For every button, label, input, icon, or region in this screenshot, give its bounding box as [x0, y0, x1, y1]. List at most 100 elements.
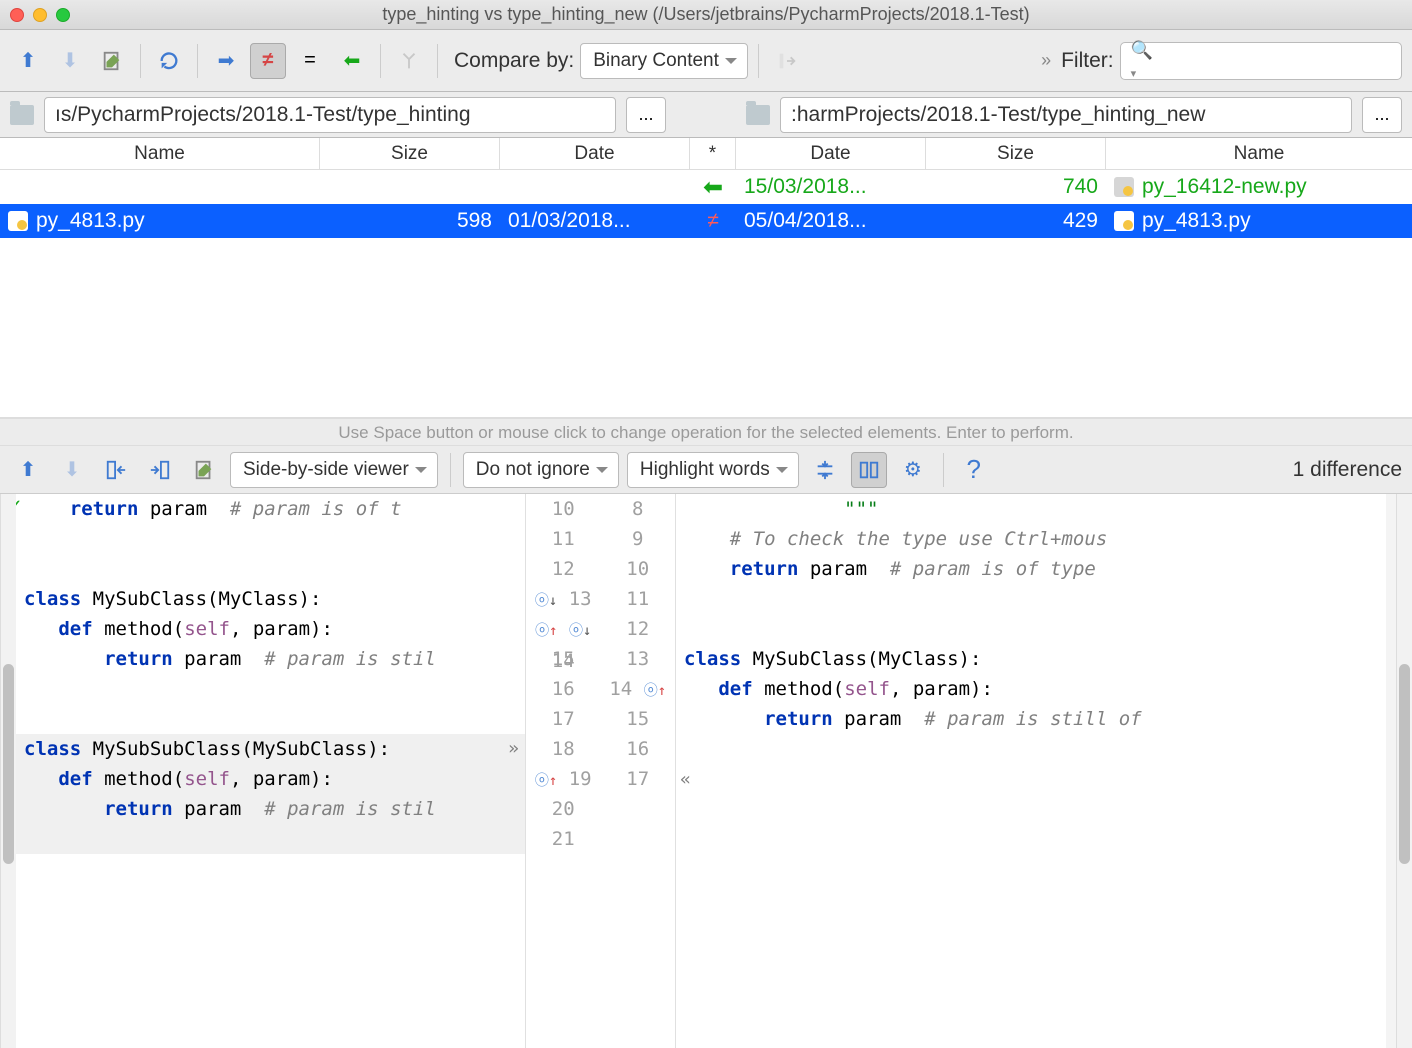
code-line[interactable]: return param # param is of type	[676, 554, 1386, 584]
sync-right-button[interactable]: ➡	[208, 43, 244, 79]
table-row[interactable]: py_4813.py59801/03/2018...≠05/04/2018...…	[0, 204, 1412, 238]
code-line[interactable]	[16, 554, 525, 584]
right-path-field[interactable]: :harmProjects/2018.1-Test/type_hinting_n…	[780, 97, 1352, 133]
line-number[interactable]: ⓞ ⓞ 14	[526, 614, 601, 644]
column-op[interactable]: *	[690, 138, 736, 169]
step-into-button[interactable]	[769, 43, 805, 79]
cell-op[interactable]: ⬅	[690, 173, 736, 202]
code-line[interactable]: return param # param is stil	[16, 644, 525, 674]
cell-op[interactable]: ≠	[690, 209, 736, 233]
column-name-right[interactable]: Name	[1106, 138, 1412, 169]
merge-right-icon[interactable]: »	[508, 734, 519, 764]
filter-field[interactable]: 🔍▾	[1120, 42, 1402, 80]
filter-input[interactable]	[1159, 50, 1391, 71]
code-line[interactable]: # To check the type use Ctrl+mous	[676, 524, 1386, 554]
code-line[interactable]	[16, 824, 525, 854]
code-line[interactable]	[676, 614, 1386, 644]
line-number[interactable]: ⓞ 19	[526, 764, 601, 794]
line-number[interactable]: 15	[601, 704, 676, 734]
minimize-window-button[interactable]	[33, 8, 47, 22]
column-size-right[interactable]: Size	[926, 138, 1106, 169]
code-line[interactable]	[16, 674, 525, 704]
collapse-unchanged-icon[interactable]	[807, 452, 843, 488]
column-date-left[interactable]: Date	[500, 138, 690, 169]
help-icon[interactable]: ?	[956, 452, 992, 488]
next-diff-button[interactable]: ⬇	[52, 43, 88, 79]
close-window-button[interactable]	[10, 8, 24, 22]
collapse-right-icon[interactable]	[142, 452, 178, 488]
code-line[interactable]: return param # param is stil	[16, 794, 525, 824]
line-number[interactable]: 12	[526, 554, 601, 584]
left-scrollbar[interactable]	[0, 494, 16, 1048]
line-number[interactable]: 17	[526, 704, 601, 734]
line-number[interactable]: 10	[601, 554, 676, 584]
right-scrollbar[interactable]	[1396, 494, 1412, 1048]
code-line[interactable]: return param # param is still of	[676, 704, 1386, 734]
code-line[interactable]	[16, 524, 525, 554]
diff-next-button[interactable]: ⬇	[54, 452, 90, 488]
line-number[interactable]: 13	[601, 644, 676, 674]
line-number[interactable]: 14 ⓞ	[601, 674, 676, 704]
override-up-icon[interactable]: ⓞ	[644, 676, 658, 706]
left-code-pane[interactable]: return param # param is of t class MySubC…	[16, 494, 526, 1048]
code-line[interactable]: def method(self, param):	[16, 764, 525, 794]
settings-icon[interactable]: ⚙	[895, 452, 931, 488]
line-number[interactable]: 15	[526, 644, 601, 674]
line-number[interactable]: 16	[601, 734, 676, 764]
show-equal-button[interactable]: =	[292, 43, 328, 79]
column-size-left[interactable]: Size	[320, 138, 500, 169]
browse-right-button[interactable]: ...	[1362, 97, 1402, 133]
override-up-icon[interactable]: ⓞ	[535, 616, 549, 646]
browse-left-button[interactable]: ...	[626, 97, 666, 133]
line-number[interactable]: 16	[526, 674, 601, 704]
code-line[interactable]: def method(self, param):	[16, 614, 525, 644]
merge-button[interactable]	[391, 43, 427, 79]
file-list-empty-space[interactable]	[0, 238, 1412, 418]
line-number[interactable]: 21	[526, 824, 601, 854]
diff-prev-button[interactable]: ⬆	[10, 452, 46, 488]
code-line[interactable]	[16, 704, 525, 734]
line-number[interactable]: 20	[526, 794, 601, 824]
whitespace-select[interactable]: Do not ignore	[463, 452, 619, 488]
compare-mode-select[interactable]: Binary Content	[580, 43, 748, 79]
column-date-right[interactable]: Date	[736, 138, 926, 169]
line-number[interactable]: 11	[601, 584, 676, 614]
fullscreen-window-button[interactable]	[56, 8, 70, 22]
line-number[interactable]: 18	[526, 734, 601, 764]
prev-diff-button[interactable]: ⬆	[10, 43, 46, 79]
code-line[interactable]: class MySubSubClass(MySubClass):»	[16, 734, 525, 764]
code-line[interactable]: class MySubClass(MyClass):	[676, 644, 1386, 674]
line-number[interactable]: 17	[601, 764, 676, 794]
edit-diff-icon[interactable]	[186, 452, 222, 488]
edit-icon[interactable]	[94, 43, 130, 79]
line-number[interactable]: 9	[601, 524, 676, 554]
code-line[interactable]: """	[676, 494, 1386, 524]
code-line[interactable]: «	[676, 764, 1386, 794]
table-row[interactable]: ⬅15/03/2018...740py_16412-new.py	[0, 170, 1412, 204]
line-number[interactable]: 8	[601, 494, 676, 524]
code-line[interactable]	[676, 734, 1386, 764]
view-mode-select[interactable]: Side-by-side viewer	[230, 452, 438, 488]
sync-left-button[interactable]: ⬅	[334, 43, 370, 79]
code-line[interactable]	[676, 584, 1386, 614]
line-number[interactable]: 12	[601, 614, 676, 644]
collapse-left-icon[interactable]	[98, 452, 134, 488]
line-number[interactable]: 10	[526, 494, 601, 524]
show-differences-button[interactable]: ≠	[250, 43, 286, 79]
override-down-icon[interactable]: ⓞ	[535, 586, 549, 616]
code-line[interactable]: return param # param is of t	[16, 494, 525, 524]
right-code-pane[interactable]: """ # To check the type use Ctrl+mous re…	[676, 494, 1386, 1048]
left-path-field[interactable]: ıs/PycharmProjects/2018.1-Test/type_hint…	[44, 97, 616, 133]
sync-scroll-icon[interactable]	[851, 452, 887, 488]
refresh-button[interactable]	[151, 43, 187, 79]
column-name-left[interactable]: Name	[0, 138, 320, 169]
line-number[interactable]: 11	[526, 524, 601, 554]
merge-left-icon[interactable]: «	[680, 765, 691, 794]
highlight-select[interactable]: Highlight words	[627, 452, 799, 488]
override-down-icon[interactable]: ⓞ	[569, 616, 583, 646]
code-line[interactable]: class MySubClass(MyClass):	[16, 584, 525, 614]
overflow-icon[interactable]: »	[1041, 50, 1051, 71]
line-number[interactable]: ⓞ 13	[526, 584, 601, 614]
override-up-icon[interactable]: ⓞ	[535, 766, 549, 796]
code-line[interactable]: def method(self, param):	[676, 674, 1386, 704]
